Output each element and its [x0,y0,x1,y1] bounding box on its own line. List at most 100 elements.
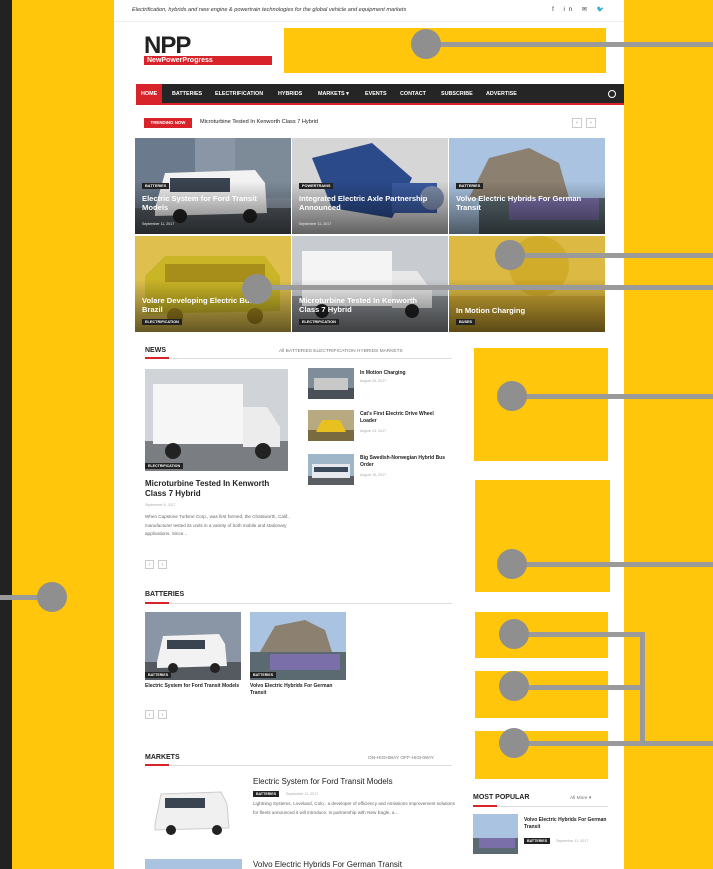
callout-marker-header-ad [411,29,441,59]
featured-tile-1[interactable]: BATTERIES Electric System for Ford Trans… [135,138,291,234]
news-side-date-1: August 25, 2017 [360,379,387,383]
batteries-title-1[interactable]: Electric System for Ford Transit Models [145,683,241,690]
linkedin-icon[interactable]: in [563,7,576,13]
markets-image-2[interactable] [145,859,242,869]
markets-excerpt-1: Lightning Systems, Loveland, Colo., a de… [253,801,455,815]
batteries-prev-button[interactable]: ‹ [145,710,154,719]
nav-advertise[interactable]: ADVERTISE [486,84,517,105]
nav-home[interactable]: HOME [136,84,163,105]
callout-line-sidebar-ad-4 [514,685,644,690]
news-main-title[interactable]: Microturbine Tested In Kenworth Class 7 … [145,479,290,499]
news-side-title-3[interactable]: Big Swedish-Norwegian Hybrid Bus Order [360,455,450,468]
email-icon[interactable]: ✉ [582,7,591,13]
trending-prev-button[interactable]: ‹ [572,118,582,128]
search-icon[interactable] [608,90,616,98]
header-ad-banner [284,28,606,73]
logo-mark: NPP [144,32,191,59]
news-side-title-1[interactable]: In Motion Charging [360,370,450,377]
social-links[interactable]: f in ✉ 🐦 [552,6,608,13]
website-page: Electrification, hybrids and new engine … [114,0,624,869]
logo-subtext: NewPowerProgress [144,56,272,65]
tile-date: September 11, 2017 [142,222,175,226]
callout-line-sidebar-ad-2 [512,562,713,567]
tile-category[interactable]: POWERTRAINS [299,183,334,189]
trending-link[interactable]: Microturbine Tested In Kenworth Class 7 … [200,119,318,125]
trending-next-button[interactable]: › [586,118,596,128]
most-popular-image[interactable] [473,814,518,854]
trending-label: TRENDING NOW [144,118,192,128]
right-highlight-region [624,0,713,869]
batteries-title-2[interactable]: Volvo Electric Hybrids For German Transi… [250,683,346,696]
news-next-button[interactable]: › [158,560,167,569]
markets-title-2[interactable]: Volvo Electric Hybrids For German Transi… [253,860,402,869]
nav-markets[interactable]: MARKETS ▾ [318,84,349,105]
callout-line-sidebar-ad-5 [514,741,713,746]
news-side-image-1[interactable] [308,368,354,399]
news-main-image[interactable] [145,369,288,471]
news-side-image-2[interactable] [308,410,354,441]
tile-category[interactable]: BUSES [456,319,476,325]
sidebar-ad-2 [475,480,610,592]
tile-title[interactable]: Microturbine Tested In Kenworth Class 7 … [299,296,439,314]
callout-marker-sidebar-ad-2 [497,549,527,579]
tile-category[interactable]: BATTERIES [142,183,170,189]
callout-marker-left-region [37,582,67,612]
news-side-image-3[interactable] [308,454,354,485]
nav-subscribe[interactable]: SUBSCRIBE [441,84,473,105]
news-prev-button[interactable]: ‹ [145,560,154,569]
markets-date-1: September 11, 2017 [286,792,319,796]
batteries-category-2[interactable]: BATTERIES [250,672,277,678]
top-bar: Electrification, hybrids and new engine … [114,0,624,22]
most-popular-title: MOST POPULAR [473,794,530,801]
markets-category-1[interactable]: BATTERIES [253,791,280,797]
markets-title-1[interactable]: Electric System for Ford Transit Models [253,777,393,786]
site-tagline: Electrification, hybrids and new engine … [132,7,407,13]
sidebar-ad-1 [474,348,608,461]
tile-category[interactable]: BATTERIES [456,183,484,189]
tile-category[interactable]: ELECTRIFICATION [299,319,339,325]
tile-date: September 11, 2017 [299,222,332,226]
tile-title[interactable]: Volvo Electric Hybrids For German Transi… [456,194,596,212]
nav-events[interactable]: EVENTS [365,84,387,105]
batteries-category-1[interactable]: BATTERIES [145,672,172,678]
callout-marker-sidebar-ad-4 [499,671,529,701]
nav-batteries[interactable]: BATTERIES [172,84,202,105]
tile-title[interactable]: In Motion Charging [456,306,596,315]
most-popular-filters[interactable]: All More ▾ [570,796,591,801]
callout-line-featured-tiles [257,285,713,290]
batteries-section-title: BATTERIES [145,591,185,598]
most-popular-category[interactable]: BATTERIES [524,838,551,844]
most-popular-item-title[interactable]: Volvo Electric Hybrids For German Transi… [524,817,614,830]
markets-section-title: MARKETS [145,754,180,761]
markets-filters[interactable]: ON-HIGHWAY OFF-HIGHWAY [368,756,434,761]
site-logo[interactable]: NPP NewPowerProgress [144,32,272,65]
batteries-image-2[interactable] [250,612,346,680]
news-filters[interactable]: All BATTERIES ELECTRIFICATION HYBRIDS MA… [279,349,403,354]
batteries-next-button[interactable]: › [158,710,167,719]
main-nav: HOME BATTERIES ELECTRIFICATION HYBRIDS M… [136,84,624,105]
tile-title[interactable]: Electric System for Ford Transit Models [142,194,282,212]
news-main-category[interactable]: ELECTRIFICATION [145,463,184,469]
markets-image-1[interactable] [145,774,242,841]
tile-category[interactable]: ELECTRIFICATION [142,319,182,325]
facebook-icon[interactable]: f [552,7,558,13]
nav-contact[interactable]: CONTACT [400,84,426,105]
batteries-image-1[interactable] [145,612,241,680]
featured-tile-5[interactable]: Microturbine Tested In Kenworth Class 7 … [292,236,448,332]
tile-title[interactable]: Integrated Electric Axle Partnership Ann… [299,194,439,212]
callout-marker-tile-6 [495,240,525,270]
nav-hybrids[interactable]: HYBRIDS [278,84,302,105]
sidebar-ad-4 [475,671,608,718]
sidebar-ad-5 [475,731,608,779]
twitter-icon[interactable]: 🐦 [597,7,608,13]
callout-line-sidebar-ad-1 [512,394,713,399]
featured-tile-3[interactable]: BATTERIES Volvo Electric Hybrids For Ger… [449,138,605,234]
featured-tile-6[interactable]: In Motion Charging BUSES [449,236,605,332]
callout-line-sidebar-ad-3 [514,632,644,637]
featured-tile-2[interactable]: POWERTRAINS Integrated Electric Axle Par… [292,138,448,234]
nav-electrification[interactable]: ELECTRIFICATION [215,84,263,105]
news-side-title-2[interactable]: Cat's First Electric Drive Wheel Loader [360,411,450,424]
callout-marker-featured-tiles [242,274,272,304]
callout-marker-sidebar-ad-3 [499,619,529,649]
news-side-date-2: August 23, 2017 [360,429,387,433]
